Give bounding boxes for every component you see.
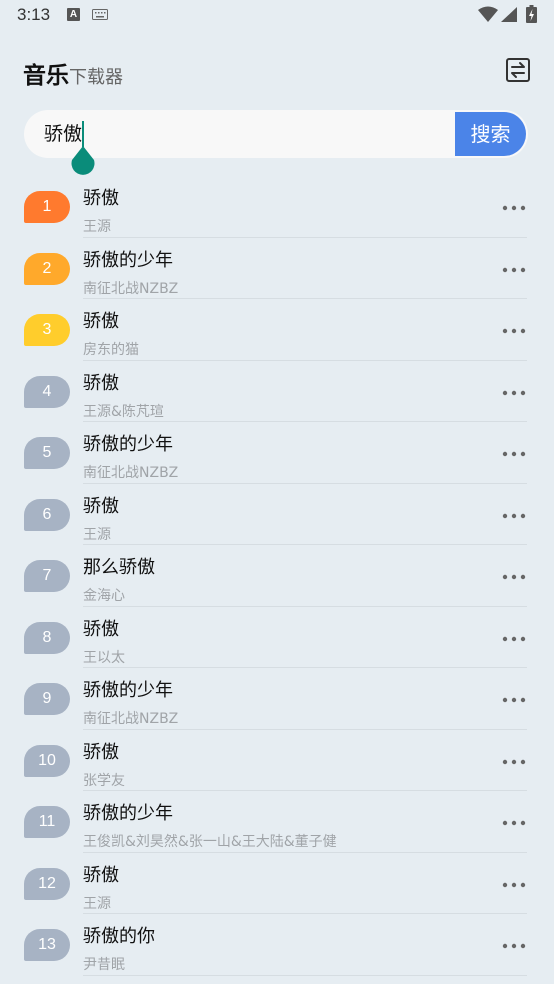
notification-a-icon: A [67, 8, 80, 21]
song-row[interactable]: 5 骄傲的少年南征北战NZBZ [0, 422, 554, 484]
more-options-icon[interactable] [502, 697, 526, 703]
song-artist: 王以太 [83, 649, 125, 666]
rank-badge: 13 [24, 929, 70, 961]
song-title: 骄傲的少年 [83, 680, 173, 701]
song-row[interactable]: 9 骄傲的少年南征北战NZBZ [0, 668, 554, 730]
song-row[interactable]: 13 骄傲的你尹昔眠 [0, 914, 554, 976]
rank-badge: 8 [24, 621, 70, 654]
text-cursor-handle-icon[interactable] [71, 146, 95, 176]
text-caret [82, 121, 84, 147]
song-row[interactable]: 10 骄傲张学友 [0, 730, 554, 791]
song-row[interactable]: 2 骄傲的少年南征北战NZBZ [0, 238, 554, 299]
rank-badge: 9 [24, 683, 70, 715]
app-title: 音乐下载器 [23, 56, 123, 89]
song-row[interactable]: 7 那么骄傲金海心 [0, 545, 554, 607]
search-button[interactable]: 搜索 [455, 112, 526, 156]
song-row[interactable]: 3 骄傲房东的猫 [0, 299, 554, 361]
song-title: 骄傲 [83, 864, 119, 886]
keyboard-icon [92, 9, 108, 20]
rank-badge: 3 [24, 314, 70, 346]
song-title: 那么骄傲 [83, 557, 155, 578]
more-options-icon[interactable] [502, 943, 526, 949]
song-title: 骄傲的少年 [83, 803, 173, 824]
song-artist: 王源&陈芃瑄 [83, 403, 164, 420]
more-options-icon[interactable] [502, 390, 526, 396]
song-artist: 金海心 [83, 588, 125, 604]
wifi-icon [478, 6, 498, 22]
song-artist: 尹昔眠 [83, 957, 125, 973]
more-options-icon[interactable] [502, 882, 526, 888]
song-artist: 王源 [83, 219, 111, 235]
song-artist: 房东的猫 [83, 342, 139, 358]
song-row[interactable]: 1 骄傲王源 [0, 176, 554, 238]
song-title: 骄傲 [83, 188, 119, 209]
rank-badge: 11 [24, 806, 70, 838]
song-title: 骄傲 [83, 495, 119, 517]
song-row[interactable]: 11 骄傲的少年王俊凯&刘昊然&张一山&王大陆&董子健 [0, 791, 554, 853]
more-options-icon[interactable] [502, 451, 526, 457]
row-divider [83, 974, 527, 976]
more-options-icon[interactable] [502, 574, 526, 580]
more-options-icon[interactable] [502, 205, 526, 211]
rank-badge: 2 [24, 252, 70, 285]
status-time: 3:13 [17, 5, 51, 24]
song-list: 1 骄傲 王源 2 骄傲的少年 南征北战NZBZ 3 骄傲 房东的猫 4 骄傲 王源&陈芃瑄 5 骄傲的少… [0, 176, 554, 976]
song-title: 骄傲 [83, 372, 119, 394]
song-title: 骄傲的少年 [83, 434, 173, 455]
swap-icon[interactable] [505, 57, 531, 83]
song-row[interactable]: 4 骄傲王源&陈芃瑄 [0, 361, 554, 422]
more-options-icon[interactable] [502, 759, 526, 765]
song-row[interactable]: 8 骄傲王以太 [0, 607, 554, 668]
song-artist: 张学友 [83, 772, 125, 789]
song-artist: 南征北战NZBZ [83, 711, 179, 727]
song-title: 骄傲的少年 [83, 249, 173, 271]
more-options-icon[interactable] [502, 267, 526, 273]
song-title: 骄傲 [83, 618, 119, 640]
song-row[interactable]: 12 骄傲王源 [0, 853, 554, 914]
song-row[interactable]: 6 骄傲王源 [0, 484, 554, 545]
search-box[interactable]: 骄傲 [24, 110, 528, 158]
song-artist: 王俊凯&刘昊然&张一山&王大陆&董子健 [83, 834, 337, 850]
rank-badge: 4 [24, 375, 70, 408]
song-artist: 南征北战NZBZ [83, 280, 179, 297]
app-title-main: 音乐 [23, 63, 69, 89]
song-title: 骄傲 [83, 311, 119, 332]
more-options-icon[interactable] [502, 636, 526, 642]
rank-badge: 1 [24, 191, 70, 223]
status-bar: 3:13 A [0, 0, 554, 32]
signal-icon [501, 7, 517, 22]
rank-badge: 10 [24, 744, 70, 777]
rank-badge: 6 [24, 498, 70, 531]
more-options-icon[interactable] [502, 820, 526, 826]
song-artist: 王源 [83, 526, 111, 543]
song-artist: 南征北战NZBZ [83, 465, 179, 481]
more-options-icon[interactable] [502, 513, 526, 519]
rank-badge: 5 [24, 437, 70, 469]
song-artist: 王源 [83, 895, 111, 912]
app-title-sub: 下载器 [69, 67, 123, 88]
battery-icon [526, 5, 537, 23]
more-options-icon[interactable] [502, 328, 526, 334]
rank-badge: 12 [24, 867, 70, 900]
rank-badge: 7 [24, 560, 70, 592]
song-title: 骄傲 [83, 741, 119, 763]
song-title: 骄傲的你 [83, 926, 155, 947]
